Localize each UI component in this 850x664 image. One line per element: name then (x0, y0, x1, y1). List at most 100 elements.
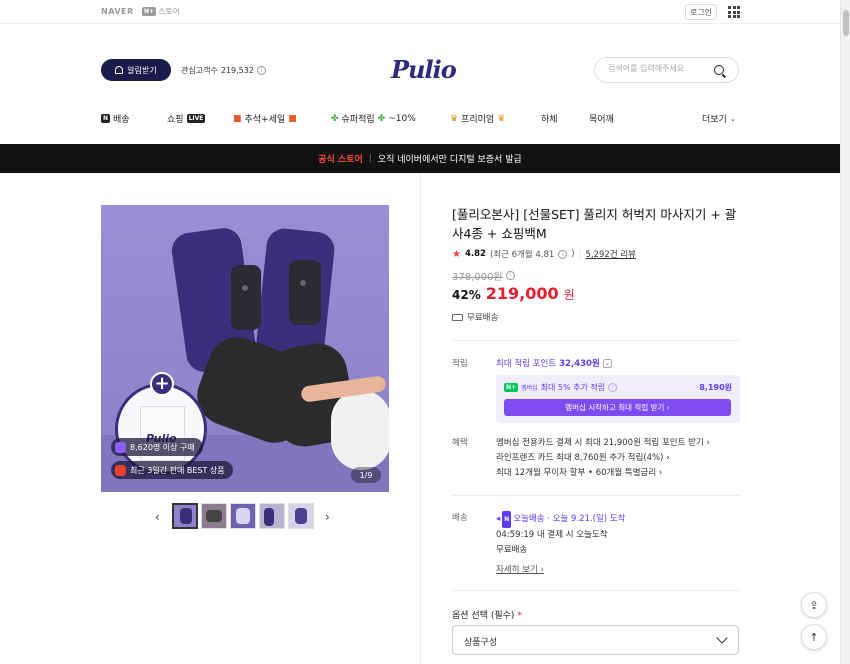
scrollbar[interactable] (840, 0, 850, 664)
bell-icon (115, 66, 124, 74)
review-count-link[interactable]: 5,292건 리뷰 (586, 248, 637, 260)
nav-item-premium[interactable]: ♛ 프리미엄 ♛ (450, 112, 506, 126)
benefits-label: 혜택 (452, 438, 468, 448)
thumbnail-5[interactable] (288, 503, 314, 529)
plus-icon[interactable]: + (150, 372, 174, 396)
share-icon[interactable]: ⇪ (801, 592, 827, 618)
nav-item-lower-body[interactable]: 하체 (541, 112, 558, 125)
info-icon[interactable]: i (505, 271, 515, 280)
category-nav: N 배송 쇼핑 LIVE ■ 추석+세일 ■ ✤ 슈퍼적립 ✤ ~10% ♛ 프… (101, 112, 741, 128)
rating-recent-close: ) (571, 249, 575, 259)
original-price: 378,000원 i (452, 268, 515, 283)
thumbnail-3[interactable] (230, 503, 256, 529)
detail-link-text: 자세히 보기 (496, 565, 538, 575)
max-points[interactable]: 최대 적립 포인트 32,430원 ⌄ (496, 357, 612, 369)
benefit-item[interactable]: 멤버십 전용카드 결제 시 최대 21,900원 적립 포인트 받기 › (496, 436, 710, 451)
followers-count: 관심고객수 219,532 i (181, 65, 266, 76)
delivery-cutoff: 04:59:19 내 결제 시 오늘도착 (496, 530, 608, 540)
apps-grid-icon[interactable] (728, 6, 740, 18)
today-delivery-row: ◂ N 오늘배송 · 오늘 9.21.(일) 도착 (496, 511, 625, 528)
option-label: 옵션 선택 (필수) * (452, 608, 522, 621)
nav-item-super-points[interactable]: ✤ 슈퍼적립 ✤ ~10% (331, 112, 416, 126)
chevron-right-icon: › (664, 403, 670, 412)
massager-controller-right (289, 260, 321, 325)
n-plus-badge: N+ (142, 7, 157, 16)
product-title: [풀리오본사] [선물SET] 풀리지 허벅지 마사지기 + 괄사4종 + 쇼핑… (452, 207, 737, 241)
info-icon[interactable]: i (558, 249, 568, 259)
info-icon[interactable]: i (256, 66, 266, 75)
thumbnail-strip: ‹ › (150, 503, 340, 529)
option-select[interactable]: 상품구성 (452, 625, 739, 655)
thumbnail-1[interactable] (172, 503, 198, 529)
nav-label: 하체 (541, 115, 558, 125)
info-icon[interactable]: i (608, 383, 618, 392)
chevron-down-icon: ⌄ (602, 358, 612, 368)
membership-extra-text: 최대 5% 추가 적립 (540, 383, 606, 392)
chevron-right-icon: › (666, 453, 670, 463)
scrollbar-thumb[interactable] (843, 10, 849, 36)
today-delivery-tag: ◂ N 오늘배송 (496, 511, 545, 528)
delivery-info: ◂ N 오늘배송 · 오늘 9.21.(일) 도착 04:59:19 내 결제 시 … (496, 511, 625, 558)
store-search (594, 57, 739, 83)
followers-label: 관심고객수 (181, 66, 218, 75)
official-store-banner[interactable]: 공식 스토어 | 오직 네이버에서만 디지털 보증서 발급 (0, 144, 840, 173)
discount-rate: 42% (452, 288, 481, 302)
rating-summary: ★ 4.82 (최근 6개월 4.81 i) | 5,292건 리뷰 (452, 248, 637, 261)
naver-store-logo[interactable]: N+ 스토어 (142, 6, 180, 17)
arrival-text: 오늘 9.21.(일) 도착 (552, 514, 626, 524)
shipping-fee: 무료배송 (452, 311, 498, 323)
nav-more-button[interactable]: 더보기 ⌄ (702, 112, 736, 126)
chevron-down-icon: ⌄ (729, 114, 736, 123)
required-mark: * (517, 611, 522, 621)
gift-icon: ■ (233, 113, 242, 124)
star-icon: ★ (452, 248, 461, 260)
purchase-icon (115, 441, 126, 453)
benefit-item[interactable]: 최대 12개월 무이자 할부 • 60개월 특별금리 › (496, 466, 710, 481)
naver-top-bar: NAVER N+ 스토어 로그인 (0, 0, 840, 24)
option-label-text: 옵션 선택 (필수) (452, 611, 515, 621)
nav-label: 배송 (113, 115, 130, 125)
scroll-top-icon[interactable]: ↑ (801, 624, 827, 650)
search-icon[interactable] (714, 65, 724, 75)
nav-item-shopping-live[interactable]: 쇼핑 LIVE (167, 112, 206, 125)
membership-extra-points: N+ 멤버십 최대 5% 추가 적립 i (504, 382, 732, 393)
delivery-detail-link[interactable]: 자세히 보기 › (496, 563, 544, 575)
arrival-date: · 오늘 9.21.(일) 도착 (547, 514, 626, 524)
nav-item-chuseok-sale[interactable]: ■ 추석+세일 ■ (233, 112, 297, 126)
nav-label: 쇼핑 (167, 115, 184, 125)
n-delivery-tag: N (101, 114, 111, 123)
person-shirt (331, 390, 389, 470)
alarm-label: 알림받기 (127, 65, 157, 75)
chevron-left-icon[interactable]: ‹ (155, 510, 160, 524)
alarm-subscribe-button[interactable]: 알림받기 (101, 59, 171, 81)
followers-value: 219,532 (220, 66, 254, 75)
best-seller-badge: 최근 3일간 판매 BEST 상품 (111, 461, 233, 479)
product-main-image[interactable]: Pulio + 8,620명 이상 구매 최근 3일간 판매 BEST 상품 1… (101, 205, 389, 492)
benefit-item[interactable]: 라인프렌즈 카드 최대 8,760원 추가 적립(4%) › (496, 451, 710, 466)
nav-label: 프리미엄 (461, 115, 495, 125)
price-row: 42% 219,000 원 (452, 284, 575, 303)
today-delivery-label: 오늘배송 (513, 514, 545, 524)
naver-logo[interactable]: NAVER (101, 7, 134, 16)
benefits-list: 멤버십 전용카드 결제 시 최대 21,900원 적립 포인트 받기 › 라인프… (496, 436, 710, 481)
nav-item-delivery[interactable]: N 배송 (101, 112, 130, 125)
delivery-label: 배송 (452, 513, 468, 523)
truck-icon (452, 313, 463, 321)
nav-item-neck-shoulder[interactable]: 목어깨 (589, 112, 614, 125)
membership-start-button[interactable]: 멤버십 시작하고 최대 적립 받기 › (504, 399, 731, 416)
benefit-text: 멤버십 전용카드 결제 시 최대 21,900원 적립 포인트 받기 (496, 438, 704, 448)
brand-logo[interactable]: Pulio (391, 55, 457, 84)
banner-divider: | (368, 153, 372, 164)
membership-box: N+ 멤버십 최대 5% 추가 적립 i 8,190원 멤버십 시작하고 최대 … (496, 375, 740, 423)
massager-controller-left (231, 265, 261, 330)
login-button[interactable]: 로그인 (685, 4, 717, 20)
thumbnail-2[interactable] (201, 503, 227, 529)
points-label: 적립 (452, 359, 468, 369)
max-points-label: 최대 적립 포인트 (496, 359, 557, 369)
membership-extra-amount: 8,190원 (699, 383, 732, 392)
search-input[interactable] (608, 64, 713, 73)
thumbnail-4[interactable] (259, 503, 285, 529)
original-price-value: 378,000원 (452, 272, 503, 283)
chevron-right-icon[interactable]: › (325, 510, 330, 524)
crown-icon: ♛ (497, 113, 506, 124)
